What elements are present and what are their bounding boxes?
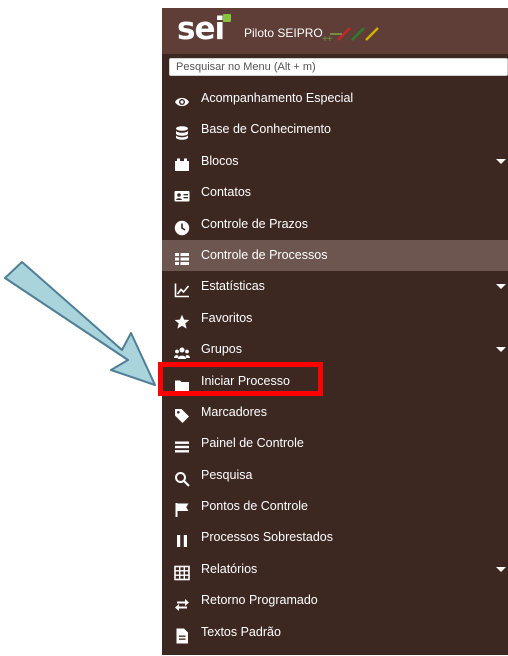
caret-down-icon[interactable] [496,284,506,290]
contact-card-icon [174,185,190,202]
menu-item-pontos-de-controle[interactable]: Pontos de Controle [162,491,508,522]
annotation-arrow [4,261,156,386]
pause-icon [174,530,190,548]
menu-item-label: Relatórios [201,561,258,576]
flag-icon [174,499,190,518]
menu-item-label: Estatísticas [201,279,265,294]
menu-item-controle-de-processos[interactable]: Controle de Processos [162,239,508,272]
menu-item-painel-de-controle[interactable]: Painel de Controle [162,428,508,459]
caret-down-icon[interactable] [496,347,506,353]
menu-item-label: Marcadores [201,404,267,419]
eye-icon [174,91,190,107]
menu-item-label: Pesquisa [201,467,253,482]
menu-item-favoritos[interactable]: Favoritos [162,303,508,334]
menu-item-textos-padrao[interactable]: Textos Padrão [162,617,508,648]
highlight-box [158,362,323,396]
exchange-arrows-icon [174,593,190,612]
pencils-icon [330,27,379,41]
menu-item-relatorios[interactable]: Relatórios [162,554,508,585]
search-icon [174,468,190,487]
table-icon [174,562,190,581]
sidebar-menu-panel: sei Piloto SEIPRO ++ Pesquisar no Menu (… [162,8,508,655]
sei-logo: sei [177,11,232,47]
menu-item-estatisticas[interactable]: Estatísticas [162,271,508,302]
menu-item-label: Controle de Processos [201,247,328,262]
caret-down-icon[interactable] [496,158,506,164]
menu-item-label: Contatos [201,185,252,200]
menu-item-retorno-programado[interactable]: Retorno Programado [162,585,508,616]
menu-item-blocos[interactable]: Blocos [162,146,508,177]
menu-item-label: Pontos de Controle [201,499,309,514]
menu-item-label: Painel de Controle [201,436,304,451]
menu-item-label: Textos Padrão [201,624,281,639]
blocks-icon [174,154,190,171]
menu-item-marcadores[interactable]: Marcadores [162,397,508,428]
menu-item-label: Favoritos [201,310,253,325]
menu-item-label: Processos Sobrestados [201,530,334,545]
clock-icon [174,217,190,235]
star-icon [174,311,190,329]
document-icon [174,625,190,644]
menu-item-contatos[interactable]: Contatos [162,177,508,208]
menu-item-label: Grupos [201,342,242,357]
menu-item-grupos[interactable]: Grupos [162,334,508,365]
environment-label: Piloto SEIPRO [244,26,323,40]
bars-icon [174,436,190,453]
menu-item-acompanhamento-especial[interactable]: Acompanhamento Especial [162,83,508,114]
menu-item-processos-sobrestados[interactable]: Processos Sobrestados [162,522,508,553]
menu-item-label: Retorno Programado [201,593,318,608]
menu-item-base-de-conhecimento[interactable]: Base de Conhecimento [162,114,508,145]
list-icon [174,248,190,265]
menu-item-label: Acompanhamento Especial [201,91,354,105]
menu-item-pesquisa[interactable]: Pesquisa [162,460,508,491]
tag-icon [174,405,190,423]
menu-item-controle-de-prazos[interactable]: Controle de Prazos [162,209,508,240]
menu-search-input[interactable]: Pesquisar no Menu (Alt + m) [169,58,508,76]
users-icon [174,342,190,360]
database-icon [174,122,190,141]
caret-down-icon[interactable] [496,566,506,572]
menu-item-label: Controle de Prazos [201,216,309,231]
menu-item-label: Blocos [201,153,239,168]
menu-item-label: Base de Conhecimento [201,122,331,137]
header-bar: sei Piloto SEIPRO ++ [162,8,508,54]
line-chart-icon [174,279,190,298]
